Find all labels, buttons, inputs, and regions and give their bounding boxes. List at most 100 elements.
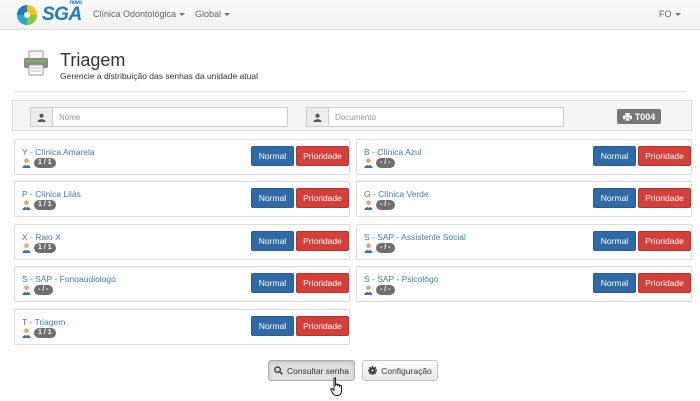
ticket-label: T004 bbox=[634, 111, 656, 122]
service-name[interactable]: S - SAP - Assistente Social bbox=[364, 232, 466, 242]
person-icon bbox=[22, 200, 31, 210]
document-input-placeholder: Documento bbox=[335, 112, 376, 122]
user-initials: FO bbox=[659, 9, 672, 19]
service-queue-info: - / - bbox=[364, 243, 395, 253]
user-icon bbox=[30, 107, 52, 127]
nav-dropdown-label: Global bbox=[195, 9, 222, 19]
service-name[interactable]: P - Clínica Lilás bbox=[22, 189, 81, 199]
priority-ticket-button[interactable]: Prioridade bbox=[638, 273, 691, 293]
person-icon bbox=[364, 200, 373, 210]
service-queue-info: 1 / 1 bbox=[22, 158, 56, 168]
normal-ticket-button[interactable]: Normal bbox=[593, 146, 636, 166]
brand-tag: novo bbox=[69, 0, 82, 6]
service-name[interactable]: X - Raio X bbox=[22, 232, 61, 242]
service-queue-info: 1 / 1 bbox=[22, 200, 56, 210]
priority-ticket-button[interactable]: Prioridade bbox=[296, 231, 349, 251]
nav-dropdown-global[interactable]: Global bbox=[195, 9, 231, 19]
priority-ticket-button[interactable]: Prioridade bbox=[638, 146, 691, 166]
queue-count-badge: 1 / 1 bbox=[34, 200, 56, 210]
name-input[interactable]: Nome bbox=[52, 107, 288, 127]
normal-ticket-button[interactable]: Normal bbox=[251, 273, 294, 293]
service-panel: X - Raio X1 / 1 Normal Prioridade bbox=[14, 224, 350, 260]
normal-ticket-button[interactable]: Normal bbox=[251, 188, 294, 208]
hand-cursor-icon bbox=[330, 377, 343, 396]
search-bar: Nome Documento T004 bbox=[12, 100, 692, 131]
caret-down-icon bbox=[674, 13, 681, 17]
priority-ticket-button[interactable]: Prioridade bbox=[296, 146, 349, 166]
service-name[interactable]: G - Clínica Verde bbox=[364, 189, 429, 199]
service-panel: T - Triagem 1 / 1 Normal Prioridade bbox=[14, 309, 350, 345]
page-subtitle: Gerencie a distribuição das senhas da un… bbox=[60, 71, 258, 81]
gear-icon bbox=[368, 366, 378, 375]
person-icon bbox=[22, 243, 31, 253]
service-queue-info: 1 / 1 bbox=[22, 328, 56, 338]
person-icon bbox=[364, 158, 373, 168]
person-icon bbox=[22, 158, 31, 168]
caret-down-icon bbox=[179, 13, 186, 17]
queue-count-badge: - / - bbox=[376, 200, 395, 210]
queue-count-badge: - / - bbox=[34, 285, 53, 295]
queue-count-badge: - / - bbox=[376, 158, 395, 168]
normal-ticket-button[interactable]: Normal bbox=[251, 146, 294, 166]
top-navbar: SGA novo Clínica Odontológica Global FO bbox=[0, 0, 700, 30]
queue-count-badge: 1 / 1 bbox=[34, 158, 56, 168]
printer-icon bbox=[24, 50, 48, 76]
priority-ticket-button[interactable]: Prioridade bbox=[296, 316, 349, 336]
ticket-print-button[interactable]: T004 bbox=[617, 109, 661, 124]
service-queue-info: 1 / 1 bbox=[22, 243, 56, 253]
service-panel: Y - Clínica Amarela 1 / 1 Normal Prioridade bbox=[14, 139, 350, 175]
nav-dropdown-label: Clínica Odontológica bbox=[93, 9, 177, 19]
service-name[interactable]: T - Triagem bbox=[22, 317, 65, 327]
page-title: Triagem bbox=[60, 50, 126, 70]
person-icon bbox=[364, 243, 373, 253]
service-panel: P - Clínica Lilás 1 / 1 Normal Prioridade bbox=[14, 181, 350, 217]
header-divider bbox=[14, 91, 686, 92]
priority-ticket-button[interactable]: Prioridade bbox=[638, 188, 691, 208]
document-input-group: Documento bbox=[306, 107, 564, 127]
person-icon bbox=[22, 328, 31, 338]
queue-count-badge: - / - bbox=[376, 243, 395, 253]
user-icon bbox=[306, 107, 328, 127]
queue-count-badge: - / - bbox=[376, 285, 395, 295]
priority-ticket-button[interactable]: Prioridade bbox=[296, 188, 349, 208]
person-icon bbox=[22, 285, 31, 295]
service-queue-info: - / - bbox=[364, 200, 395, 210]
nav-dropdown-user[interactable]: FO bbox=[659, 9, 681, 19]
brand-name: SGA bbox=[42, 4, 82, 25]
normal-ticket-button[interactable]: Normal bbox=[593, 231, 636, 251]
service-name[interactable]: S - SAP - Fonoaudiologo bbox=[22, 274, 116, 284]
queue-count-badge: 1 / 1 bbox=[34, 243, 56, 253]
service-queue-info: - / - bbox=[364, 158, 395, 168]
normal-ticket-button[interactable]: Normal bbox=[251, 231, 294, 251]
configuration-label: Configuração bbox=[381, 365, 432, 376]
service-name[interactable]: S - SAP - Psicológo bbox=[364, 274, 439, 284]
service-name[interactable]: B - Clínica Azul bbox=[364, 147, 422, 157]
service-panel: S - SAP - Assistente Social - / - Normal Pr… bbox=[356, 224, 692, 260]
sga-logo[interactable]: SGA novo bbox=[14, 0, 82, 28]
queue-count-badge: 1 / 1 bbox=[34, 328, 56, 338]
normal-ticket-button[interactable]: Normal bbox=[251, 316, 294, 336]
normal-ticket-button[interactable]: Normal bbox=[593, 188, 636, 208]
print-icon bbox=[622, 112, 632, 121]
person-icon bbox=[364, 285, 373, 295]
service-name[interactable]: Y - Clínica Amarela bbox=[22, 147, 95, 157]
name-input-placeholder: Nome bbox=[59, 112, 81, 122]
service-panel: S - SAP - Fonoaudiologo - / - Normal Priori… bbox=[14, 266, 350, 302]
normal-ticket-button[interactable]: Normal bbox=[593, 273, 636, 293]
sga-logo-icon bbox=[17, 5, 37, 25]
service-panel: G - Clínica Verde - / - Normal Prioridade bbox=[356, 181, 692, 217]
service-panel: S - SAP - Psicológo - / - Normal Prioridade bbox=[356, 266, 692, 302]
service-queue-info: - / - bbox=[364, 285, 395, 295]
consult-ticket-label: Consultar senha bbox=[287, 365, 349, 376]
service-queue-info: - / - bbox=[22, 285, 53, 295]
search-icon bbox=[274, 366, 283, 375]
name-input-group: Nome bbox=[30, 107, 288, 127]
caret-down-icon bbox=[224, 13, 231, 17]
service-panel: B - Clínica Azul - / - Normal Prioridade bbox=[356, 139, 692, 175]
document-input[interactable]: Documento bbox=[328, 107, 564, 127]
priority-ticket-button[interactable]: Prioridade bbox=[296, 273, 349, 293]
logo-text: SGA novo bbox=[42, 0, 82, 26]
nav-dropdown-unidade[interactable]: Clínica Odontológica bbox=[93, 9, 186, 19]
priority-ticket-button[interactable]: Prioridade bbox=[638, 231, 691, 251]
configuration-button[interactable]: Configuração bbox=[362, 360, 438, 381]
